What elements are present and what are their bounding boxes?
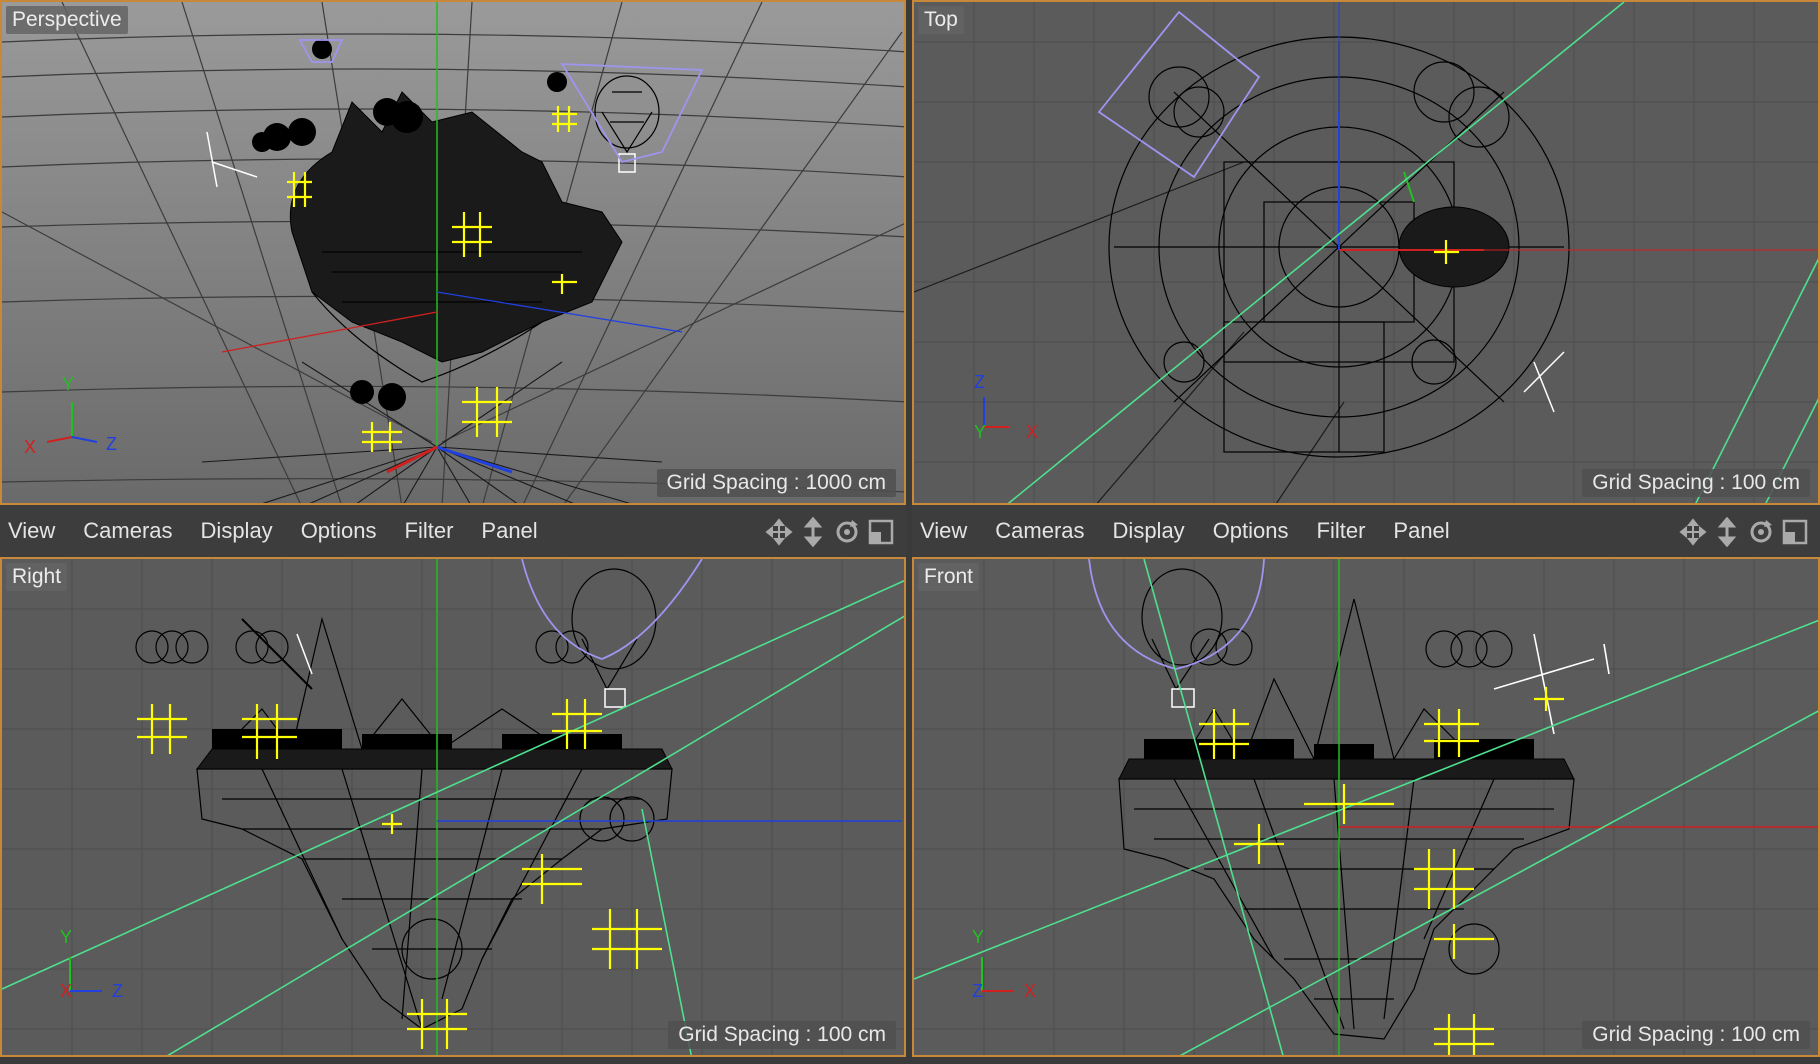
axis-label-z: Z (974, 372, 985, 392)
menu-panel[interactable]: Panel (1379, 518, 1463, 544)
viewport-right[interactable]: Right Y X Z Grid Spacing : 100 cm (0, 557, 906, 1057)
viewport-front[interactable]: Front Y Z X Grid Spacing : 100 cm (912, 557, 1820, 1057)
dolly-view-icon[interactable] (1712, 517, 1742, 547)
grid-spacing-label: Grid Spacing : 100 cm (1582, 1021, 1810, 1049)
grid-spacing-label: Grid Spacing : 100 cm (1582, 469, 1810, 497)
viewport-title-perspective[interactable]: Perspective (6, 6, 128, 34)
menu-view[interactable]: View (0, 518, 69, 544)
viewport-title-top[interactable]: Top (918, 6, 964, 34)
move-view-icon[interactable] (1678, 517, 1708, 547)
menu-view[interactable]: View (912, 518, 981, 544)
menu-panel[interactable]: Panel (467, 518, 551, 544)
toggle-layout-icon[interactable] (1780, 517, 1810, 547)
axis-label-y: Y (974, 422, 987, 442)
menu-filter[interactable]: Filter (391, 518, 468, 544)
menu-filter[interactable]: Filter (1303, 518, 1380, 544)
viewport-top[interactable]: Top Z Y X Grid Spacing : 100 cm (912, 0, 1820, 505)
axis-label-x: X (24, 437, 37, 457)
menu-display[interactable]: Display (187, 518, 287, 544)
axis-label-y: Y (62, 374, 75, 394)
viewport-title-front[interactable]: Front (918, 563, 980, 591)
menu-cameras[interactable]: Cameras (981, 518, 1098, 544)
perspective-scene (2, 2, 904, 503)
axis-label-y: Y (972, 927, 985, 947)
menu-options[interactable]: Options (287, 518, 391, 544)
axis-label-z: Z (112, 981, 123, 1001)
right-scene (2, 559, 904, 1055)
front-scene (914, 559, 1818, 1055)
rotate-view-icon[interactable] (1746, 517, 1776, 547)
move-view-icon[interactable] (764, 517, 794, 547)
viewport-menubar-right: View Cameras Display Options Filter Pane… (912, 505, 1820, 557)
grid-spacing-label: Grid Spacing : 100 cm (668, 1021, 896, 1049)
menu-cameras[interactable]: Cameras (69, 518, 186, 544)
grid-spacing-label: Grid Spacing : 1000 cm (656, 469, 896, 497)
axis-label-z: Z (106, 434, 117, 454)
viewport-menubar-left: View Cameras Display Options Filter Pane… (0, 505, 906, 557)
axis-label-x: X (1026, 422, 1039, 442)
viewport-perspective[interactable]: Perspective Y X Z Grid Spacing : 1000 cm (0, 0, 906, 505)
dolly-view-icon[interactable] (798, 517, 828, 547)
toggle-layout-icon[interactable] (866, 517, 896, 547)
top-scene (914, 2, 1818, 503)
axis-label-x: X (1024, 981, 1037, 1001)
viewport-title-right[interactable]: Right (6, 563, 68, 591)
view-nav-icons (764, 517, 896, 547)
axis-label-z: Z (972, 981, 983, 1001)
axis-label-x: X (60, 981, 73, 1001)
menu-options[interactable]: Options (1199, 518, 1303, 544)
axis-label-y: Y (60, 927, 73, 947)
menu-display[interactable]: Display (1099, 518, 1199, 544)
rotate-view-icon[interactable] (832, 517, 862, 547)
view-nav-icons (1678, 517, 1810, 547)
